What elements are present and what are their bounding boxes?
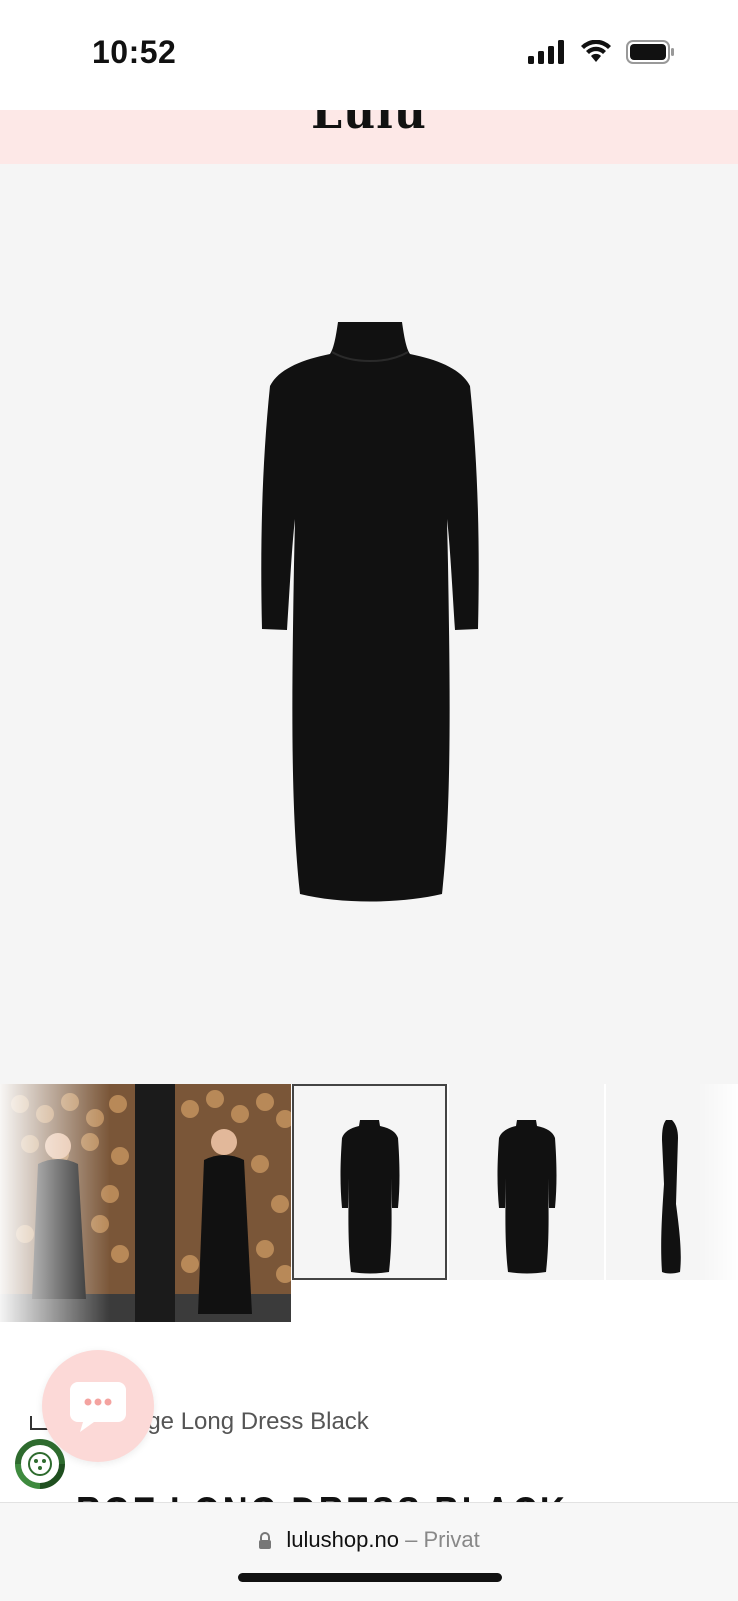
breadcrumb-current: rge Long Dress Black (139, 1408, 369, 1435)
url-domain: lulushop.no (286, 1527, 399, 1552)
black-long-dress-image (261, 322, 479, 902)
privacy-label: Privat (423, 1527, 480, 1552)
lock-icon (259, 1532, 272, 1550)
cellular-signal-icon (528, 40, 564, 64)
thumbnail-dress-front[interactable] (292, 1084, 447, 1280)
status-icons (528, 40, 676, 64)
eco-badge-icon[interactable] (14, 1438, 66, 1490)
store-logo[interactable]: Lulu (0, 110, 738, 139)
url-separator: – (405, 1527, 418, 1552)
status-bar: 10:52 (0, 0, 738, 110)
dress-front-alt (497, 1120, 557, 1274)
dress-front (340, 1120, 400, 1274)
address-bar[interactable]: lulushop.no – Privat (0, 1527, 738, 1553)
browser-bar: lulushop.no – Privat (0, 1502, 738, 1601)
chat-bubble-icon (70, 1382, 126, 1432)
main-product-image[interactable] (0, 164, 738, 1084)
thumbnail-strip (0, 1084, 738, 1322)
thumbnail-dress-front-alt[interactable] (449, 1084, 604, 1280)
battery-icon (626, 40, 674, 64)
thumbnail-fade-left (0, 1084, 110, 1322)
thumbnail-fade-right (698, 1084, 738, 1280)
product-title: RGE LONG DRESS BLACK (76, 1488, 567, 1502)
wifi-icon (581, 40, 611, 62)
product-title-wrap: RGE LONG DRESS BLACK (0, 1480, 738, 1502)
status-time: 10:52 (92, 34, 177, 70)
store-header: Lulu (0, 110, 738, 164)
home-indicator[interactable] (238, 1573, 502, 1582)
